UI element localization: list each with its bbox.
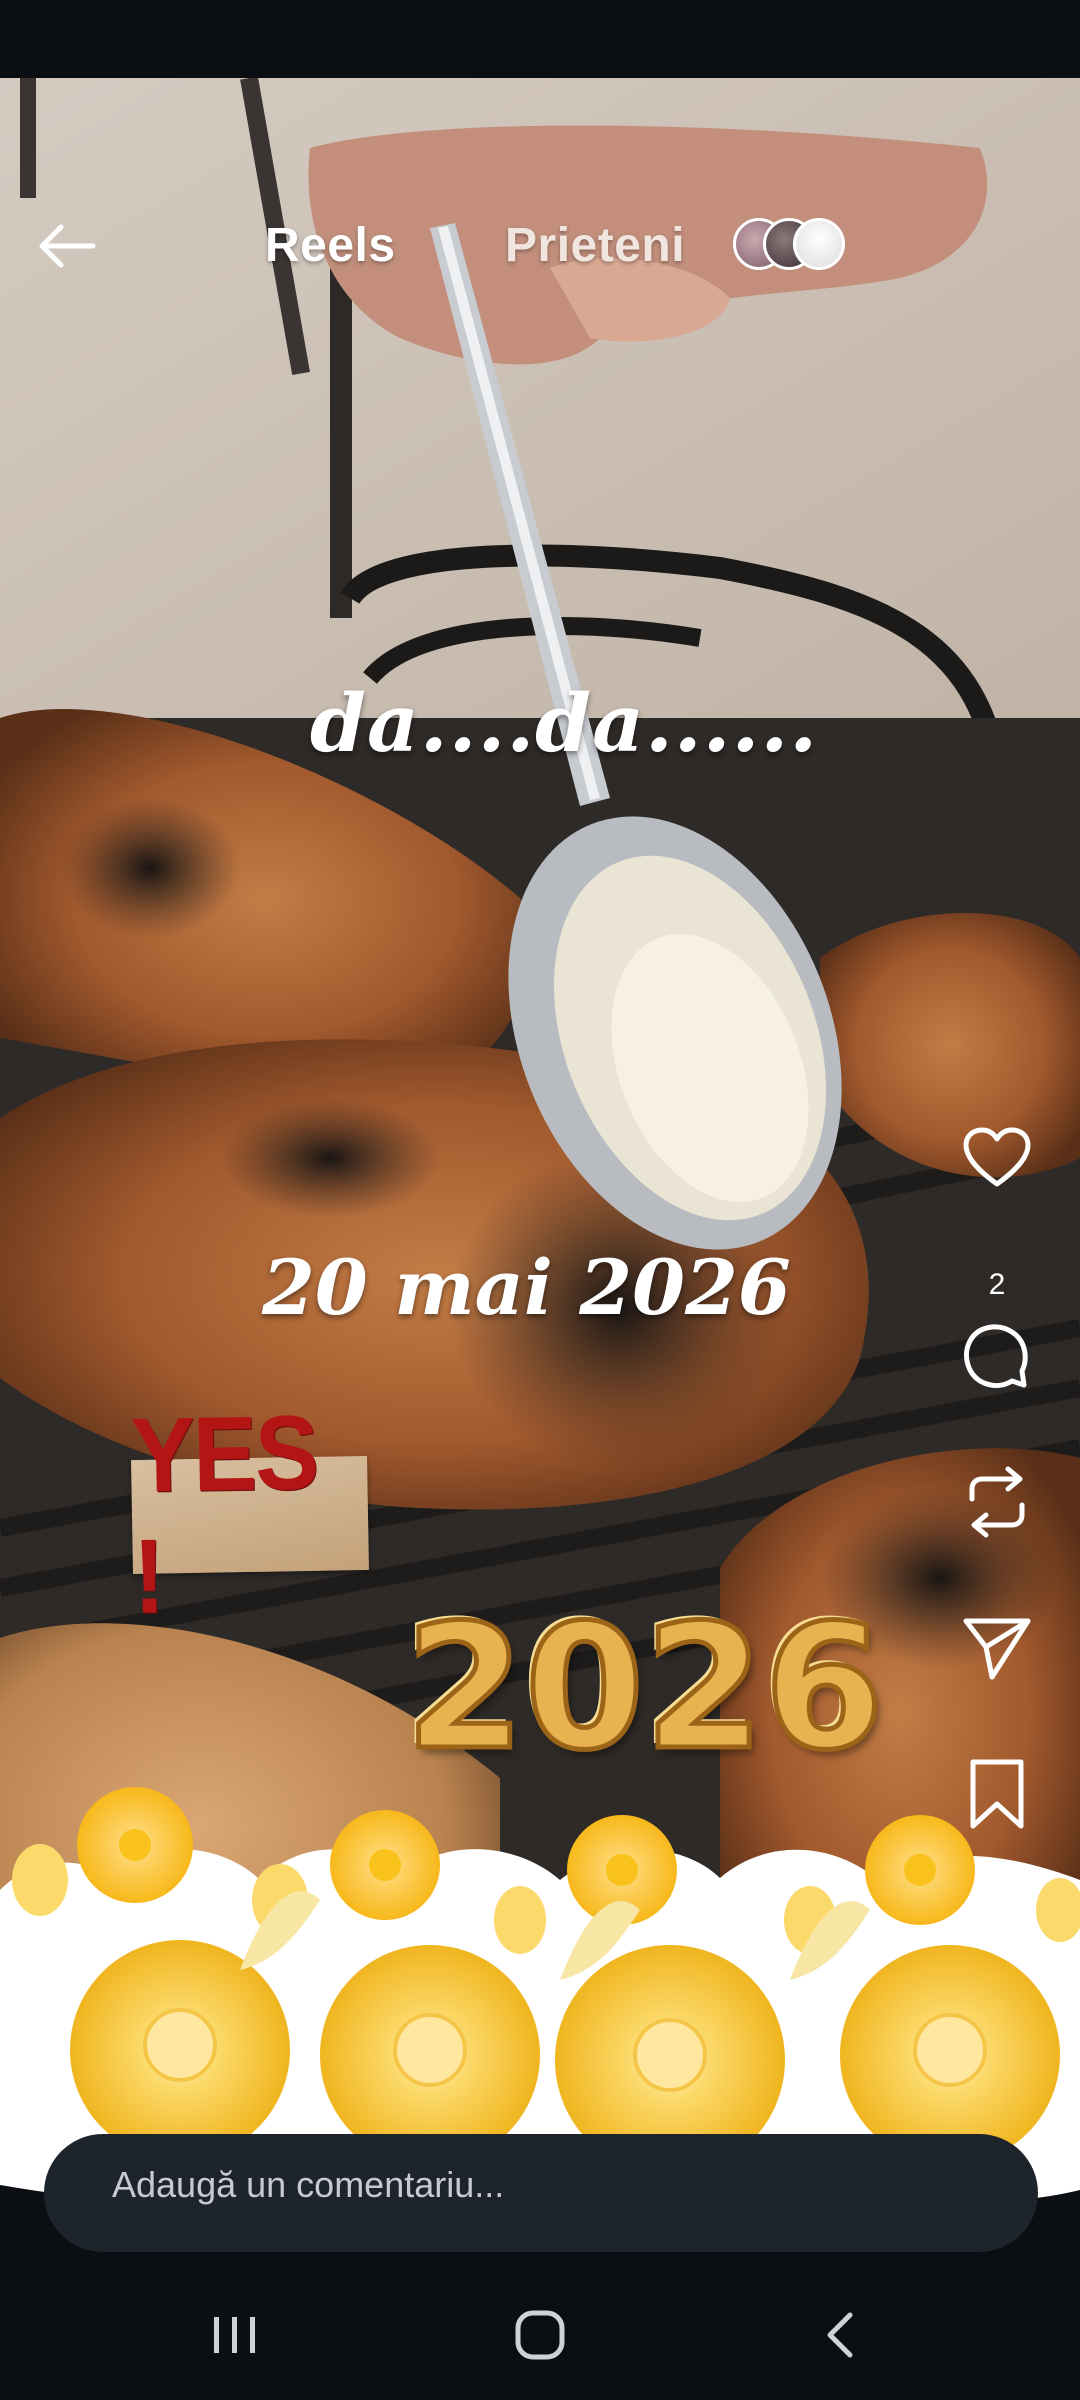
balloon-2026-text: 2026: [403, 1587, 887, 1788]
comment-placeholder[interactable]: Adaugă un comentariu...: [112, 2164, 504, 2206]
nav-back-button[interactable]: [795, 2300, 885, 2370]
repost-icon: [969, 1466, 1025, 1538]
home-icon: [515, 2310, 565, 2360]
arrow-left-icon: [39, 224, 96, 268]
recent-apps-button[interactable]: [190, 2300, 280, 2370]
send-icon: [963, 1618, 1031, 1680]
heart-icon: [963, 1127, 1031, 1187]
like-count: 2: [988, 1268, 1006, 1301]
like-button[interactable]: [957, 1118, 1037, 1198]
balloon-2026-sticker: 2026: [403, 1587, 887, 1788]
home-button[interactable]: [495, 2300, 585, 2370]
yes-sticker: YES !: [130, 1394, 369, 1636]
reels-screen: Reels Prieteni da....da...... 20 mai 202…: [0, 0, 1080, 2400]
share-button[interactable]: [957, 1608, 1037, 1688]
recent-apps-icon: [214, 2317, 255, 2353]
back-button[interactable]: [28, 216, 104, 276]
comment-button[interactable]: [957, 1316, 1037, 1396]
overlay-date-text: 20 mai 2026: [262, 1243, 791, 1332]
yes-sticker-text: YES !: [129, 1393, 319, 1636]
friends-avatars[interactable]: [733, 218, 873, 274]
back-chevron-icon: [827, 2312, 853, 2358]
tab-reels[interactable]: Reels: [265, 218, 396, 273]
tab-friends[interactable]: Prieteni: [505, 218, 685, 273]
overlay-text-top: da....da......: [310, 676, 819, 770]
status-bar: [0, 0, 1080, 78]
avatar: [793, 218, 845, 270]
comment-icon: [964, 1324, 1028, 1388]
repost-button[interactable]: [957, 1462, 1037, 1542]
